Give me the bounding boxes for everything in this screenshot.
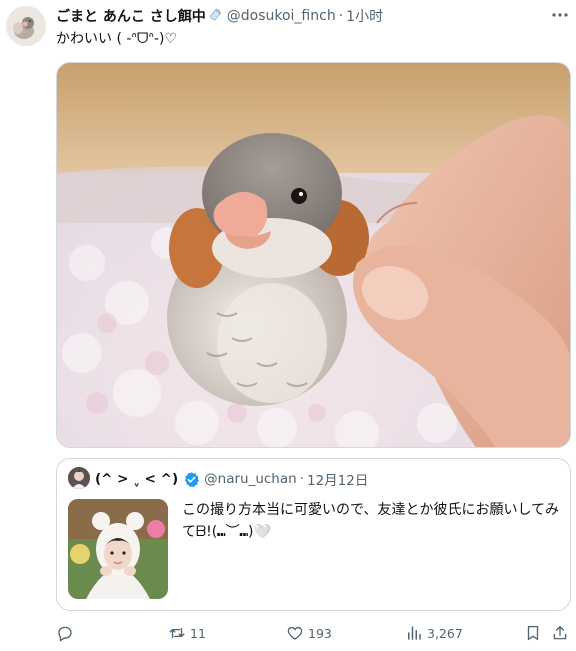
quoted-tweet[interactable]: (^ > ˬ < ^) @naru_uchan · 12月12日 この撮り方本当… [56,458,571,611]
retweet-icon [169,627,185,639]
quoted-separator-dot: · [299,471,304,487]
tweet-actions: 11 193 3,267 [56,624,571,644]
quoted-display-name[interactable]: (^ > ˬ < ^) [95,471,178,487]
tweet-timestamp[interactable]: 1小时 [346,6,383,26]
bookmark-button[interactable] [524,624,546,642]
like-button[interactable]: 193 [286,624,332,642]
baby-bottle-icon [208,6,224,26]
reply-icon [58,626,72,642]
reply-button[interactable] [56,624,78,642]
quoted-handle[interactable]: @naru_uchan [204,471,297,487]
heart-icon [287,626,303,640]
author-display-name[interactable]: ごまと あんこ さし餌中 [56,6,206,26]
tweet-photo[interactable] [56,62,571,448]
tweet-header: ごまと あんこ さし餌中 @dosukoi_finch · 1小时 [56,6,383,26]
retweet-button[interactable]: 11 [168,624,206,642]
like-count: 193 [308,625,332,641]
retweet-count: 11 [190,625,206,641]
tweet-text: かわいい ( -ᐢᗜᐢ-)♡ [56,31,177,47]
views-chart-icon [408,626,421,640]
more-options-icon[interactable] [550,6,570,26]
verified-badge-icon [183,471,200,488]
tweet[interactable]: ごまと あんこ さし餌中 @dosukoi_finch · 1小时 かわいい (… [0,0,576,651]
quoted-tweet-text: この撮り方本当に可愛いので、友達とか彼氏にお願いしてみてᗷ!(⑉︶⑉)🤍 [182,502,560,540]
separator-dot: · [338,8,344,24]
quoted-header: (^ > ˬ < ^) @naru_uchan · 12月12日 [95,469,368,489]
quoted-photo-thumbnail[interactable] [68,499,168,599]
bookmark-icon [527,625,539,641]
share-button[interactable] [551,624,573,642]
author-handle[interactable]: @dosukoi_finch [227,8,336,24]
share-icon [553,625,567,640]
author-avatar[interactable] [6,6,46,46]
views-button[interactable]: 3,267 [405,624,463,642]
quoted-author-avatar[interactable] [68,467,90,489]
views-count: 3,267 [427,625,463,641]
quoted-timestamp[interactable]: 12月12日 [307,469,368,489]
